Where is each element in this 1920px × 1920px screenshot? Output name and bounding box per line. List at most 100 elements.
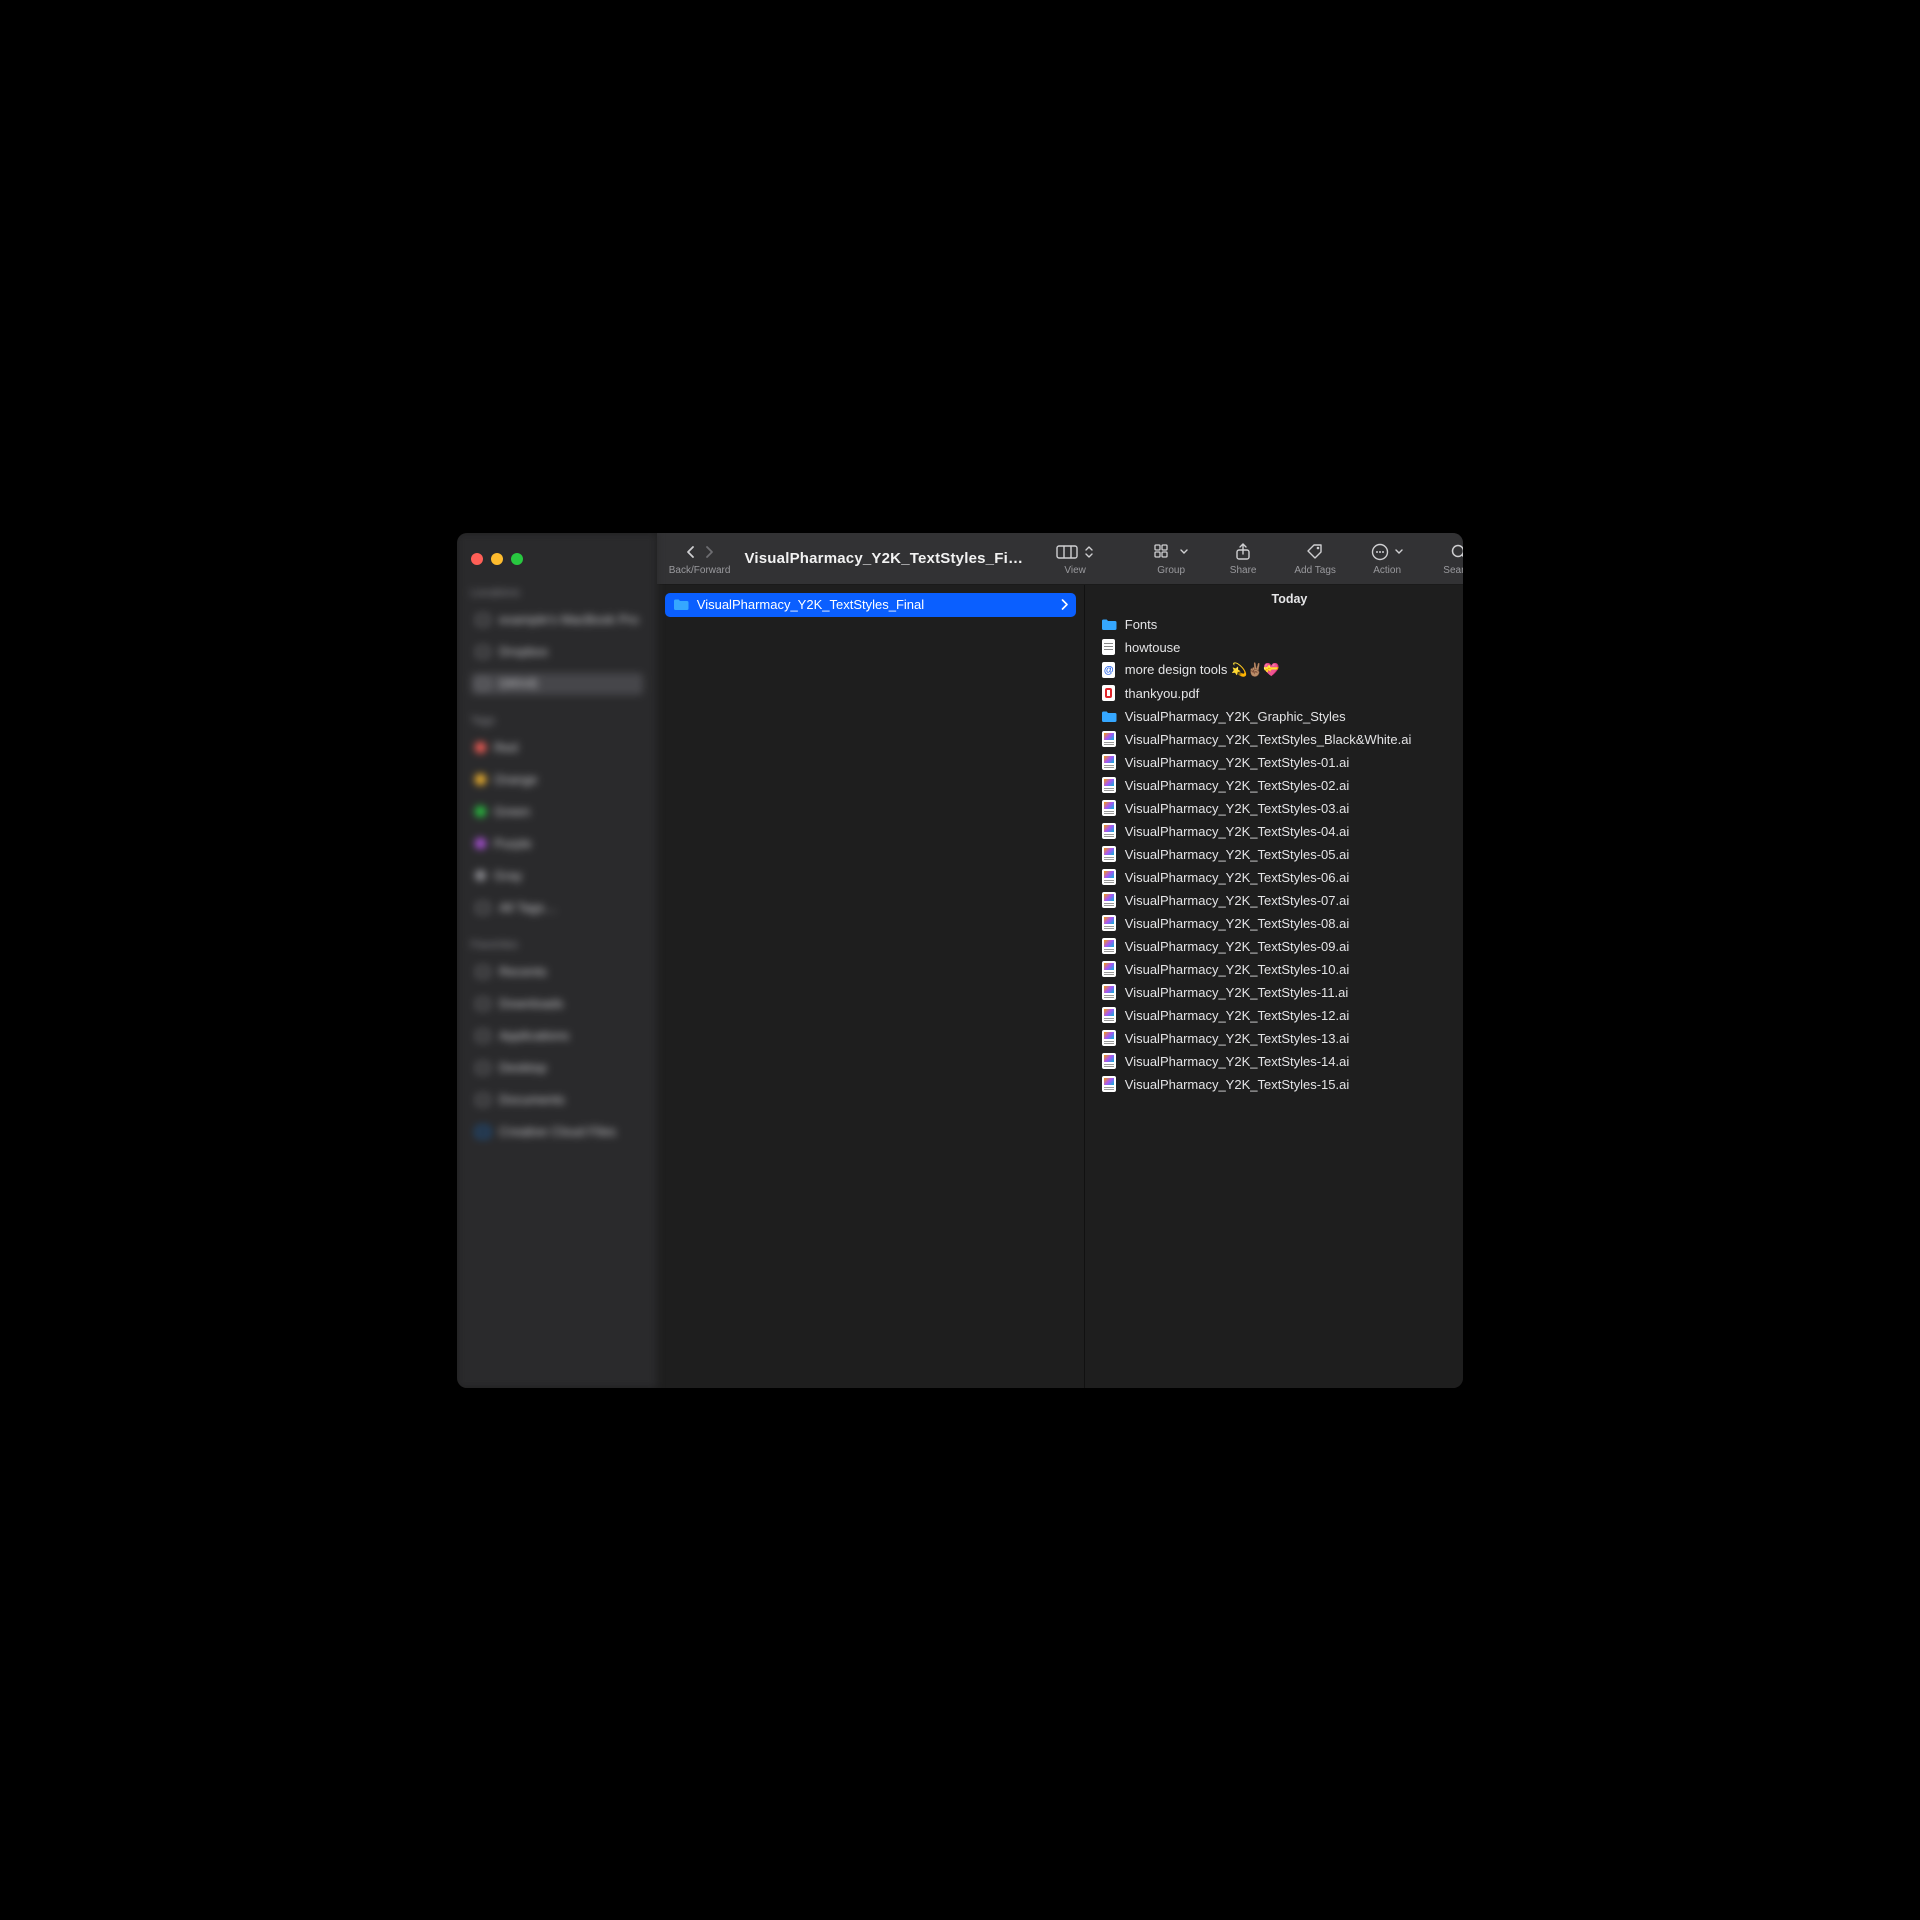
file-name: VisualPharmacy_Y2K_TextStyles-01.ai [1125, 755, 1350, 770]
window-title: VisualPharmacy_Y2K_TextStyles_Fi… [744, 550, 1023, 567]
sidebar-item[interactable]: Dropbox [471, 641, 643, 663]
file-row[interactable]: VisualPharmacy_Y2K_TextStyles-05.ai [1097, 843, 1463, 866]
sidebar-item[interactable]: Applications [471, 1025, 643, 1047]
close-button[interactable] [471, 553, 483, 565]
sidebar-item[interactable]: example's MacBook Pro [471, 609, 643, 631]
tags-button[interactable]: Add Tags [1291, 541, 1339, 576]
group-button[interactable]: Group [1147, 541, 1195, 576]
finder-window: Locationsexample's MacBook ProDropboxDRI… [457, 533, 1463, 1388]
sidebar-item-label: Red [494, 740, 518, 755]
sidebar-item[interactable]: DRIVE [471, 673, 643, 695]
sidebar-item[interactable]: Desktop [471, 1057, 643, 1079]
file-row[interactable]: VisualPharmacy_Y2K_TextStyles-13.ai [1097, 1027, 1463, 1050]
download-icon [475, 996, 491, 1012]
tags-label: Add Tags [1294, 565, 1336, 576]
file-name: VisualPharmacy_Y2K_TextStyles-10.ai [1125, 962, 1350, 977]
illustrator-file-icon [1101, 1053, 1117, 1069]
nav-back-forward[interactable]: Back/Forward [669, 541, 731, 576]
illustrator-file-icon [1101, 800, 1117, 816]
sidebar-item[interactable]: All Tags… [471, 897, 643, 919]
file-row[interactable]: VisualPharmacy_Y2K_TextStyles-15.ai [1097, 1073, 1463, 1096]
sidebar-item[interactable]: Red [471, 737, 643, 759]
file-row[interactable]: VisualPharmacy_Y2K_TextStyles-09.ai [1097, 935, 1463, 958]
file-name: VisualPharmacy_Y2K_TextStyles-08.ai [1125, 916, 1350, 931]
sidebar-item[interactable]: Purple [471, 833, 643, 855]
sidebar-item[interactable]: Gray [471, 865, 643, 887]
illustrator-file-icon [1101, 846, 1117, 862]
file-row[interactable]: VisualPharmacy_Y2K_Graphic_Styles [1097, 705, 1463, 728]
file-name: VisualPharmacy_Y2K_TextStyles-11.ai [1125, 985, 1349, 1000]
sidebar-item[interactable]: Green [471, 801, 643, 823]
file-row[interactable]: @more design tools 💫✌🏽💝 [1097, 659, 1463, 682]
file-row[interactable]: VisualPharmacy_Y2K_TextStyles-08.ai [1097, 912, 1463, 935]
tag-dot-icon [475, 870, 486, 881]
file-name: VisualPharmacy_Y2K_TextStyles-12.ai [1125, 1008, 1350, 1023]
file-row[interactable]: VisualPharmacy_Y2K_TextStyles-11.ai [1097, 981, 1463, 1004]
illustrator-file-icon [1101, 1007, 1117, 1023]
file-row[interactable]: VisualPharmacy_Y2K_TextStyles-07.ai [1097, 889, 1463, 912]
file-row[interactable]: VisualPharmacy_Y2K_TextStyles-01.ai [1097, 751, 1463, 774]
folder-icon [1101, 708, 1117, 724]
illustrator-file-icon [1101, 731, 1117, 747]
text-doc-icon [1101, 639, 1117, 655]
folder-selected-row[interactable]: VisualPharmacy_Y2K_TextStyles_Final [665, 593, 1076, 617]
sidebar-item-label: Recents [499, 964, 547, 979]
share-label: Share [1230, 565, 1257, 576]
file-list: Fonts howtouse@more design tools 💫✌🏽💝 than… [1085, 613, 1463, 1096]
file-row[interactable]: VisualPharmacy_Y2K_TextStyles-14.ai [1097, 1050, 1463, 1073]
chevron-down-icon [1395, 549, 1403, 555]
file-name: VisualPharmacy_Y2K_TextStyles-07.ai [1125, 893, 1350, 908]
illustrator-file-icon [1101, 1030, 1117, 1046]
file-row[interactable]: Fonts [1097, 613, 1463, 636]
file-row[interactable]: VisualPharmacy_Y2K_TextStyles-03.ai [1097, 797, 1463, 820]
sidebar-item-label: Downloads [499, 996, 563, 1011]
file-name: VisualPharmacy_Y2K_TextStyles-14.ai [1125, 1054, 1350, 1069]
sidebar-item-label: Green [494, 804, 530, 819]
sidebar-item[interactable]: Documents [471, 1089, 643, 1111]
toolbar: Back/Forward VisualPharmacy_Y2K_TextStyl… [657, 533, 1463, 585]
sidebar-item[interactable]: Recents [471, 961, 643, 983]
sidebar-item-label: Documents [499, 1092, 565, 1107]
share-button[interactable]: Share [1219, 541, 1267, 576]
tag-dot-icon [475, 742, 486, 753]
sidebar-item-label: Desktop [499, 1060, 547, 1075]
illustrator-file-icon [1101, 869, 1117, 885]
sidebar-item-label: example's MacBook Pro [499, 612, 639, 627]
sidebar-item[interactable]: Downloads [471, 993, 643, 1015]
chevron-right-icon [703, 544, 715, 560]
file-name: VisualPharmacy_Y2K_TextStyles-13.ai [1125, 1031, 1350, 1046]
laptop-icon [475, 612, 491, 628]
tag-dot-icon [475, 806, 486, 817]
main-area: Back/Forward VisualPharmacy_Y2K_TextStyl… [657, 533, 1463, 1388]
minimize-button[interactable] [491, 553, 503, 565]
doc-icon [475, 1092, 491, 1108]
column-2: Today Fonts howtouse@more design tools 💫✌… [1085, 585, 1463, 1388]
file-row[interactable]: thankyou.pdf [1097, 682, 1463, 705]
sidebar-item[interactable]: Creative Cloud Files [471, 1121, 643, 1143]
disk-icon [475, 676, 491, 692]
file-row[interactable]: VisualPharmacy_Y2K_TextStyles-06.ai [1097, 866, 1463, 889]
file-row[interactable]: VisualPharmacy_Y2K_TextStyles_Black&Whit… [1097, 728, 1463, 751]
file-name: VisualPharmacy_Y2K_TextStyles-15.ai [1125, 1077, 1350, 1092]
view-mode[interactable]: View [1051, 541, 1099, 576]
illustrator-file-icon [1101, 754, 1117, 770]
file-name: Fonts [1125, 617, 1158, 632]
action-button[interactable]: Action [1363, 541, 1411, 576]
search-label: Search [1443, 565, 1463, 576]
file-row[interactable]: VisualPharmacy_Y2K_TextStyles-04.ai [1097, 820, 1463, 843]
illustrator-file-icon [1101, 915, 1117, 931]
illustrator-file-icon [1101, 892, 1117, 908]
file-row[interactable]: VisualPharmacy_Y2K_TextStyles-10.ai [1097, 958, 1463, 981]
file-row[interactable]: VisualPharmacy_Y2K_TextStyles-12.ai [1097, 1004, 1463, 1027]
zoom-button[interactable] [511, 553, 523, 565]
date-group-header: Today [1085, 585, 1463, 613]
folder-icon [673, 597, 689, 613]
file-name: thankyou.pdf [1125, 686, 1199, 701]
search-button[interactable]: Search [1435, 541, 1463, 576]
column-browser: VisualPharmacy_Y2K_TextStyles_Final Toda… [657, 585, 1463, 1388]
sidebar-item[interactable]: Orange [471, 769, 643, 791]
tag-icon [1306, 543, 1324, 561]
file-row[interactable]: howtouse [1097, 636, 1463, 659]
file-row[interactable]: VisualPharmacy_Y2K_TextStyles-02.ai [1097, 774, 1463, 797]
illustrator-file-icon [1101, 984, 1117, 1000]
